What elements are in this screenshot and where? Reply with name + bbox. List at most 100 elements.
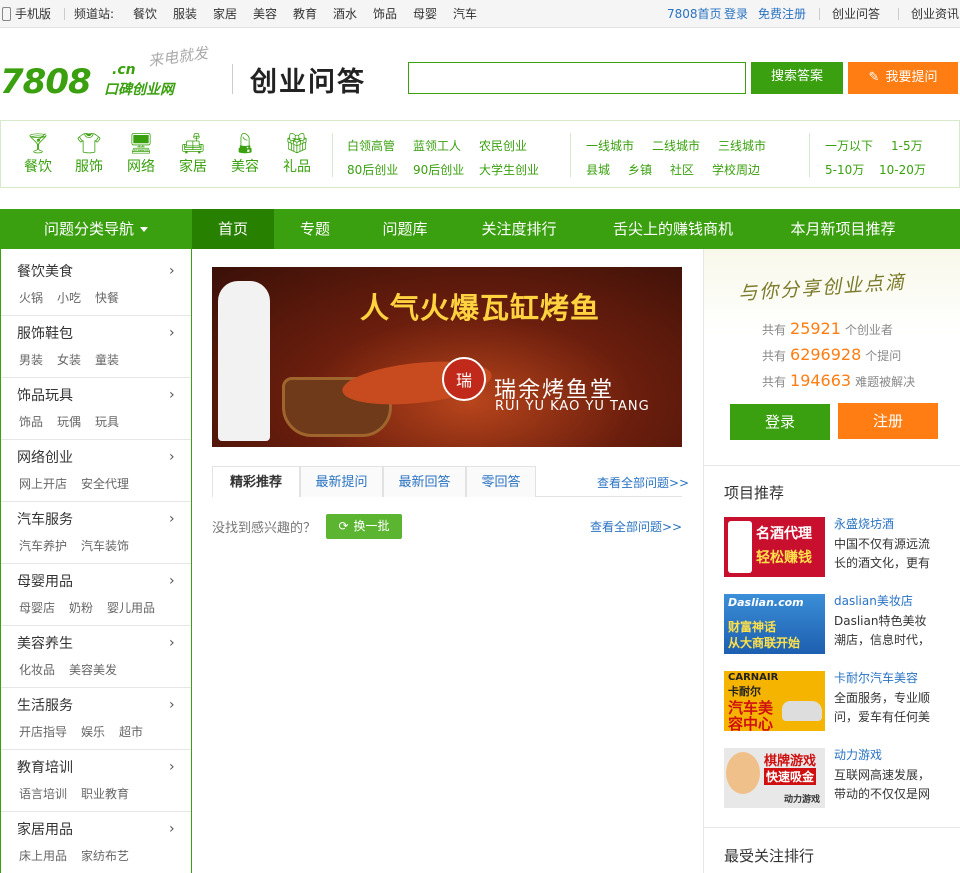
region-link[interactable]: 学校周边 xyxy=(712,161,760,178)
search-button[interactable]: 搜索答案 xyxy=(751,62,843,94)
nav-new-projects[interactable]: 本月新项目推荐 xyxy=(762,209,924,249)
channel-link[interactable]: 母婴 xyxy=(413,0,437,28)
category-catering[interactable]: 🍸︎ 餐饮 xyxy=(18,131,58,176)
category-apparel[interactable]: 👕︎ 服饰 xyxy=(69,131,109,176)
sidebar-sublink[interactable]: 饰品 xyxy=(19,415,43,429)
crowd-link[interactable]: 蓝领工人 xyxy=(413,137,461,154)
sidebar-sublink[interactable]: 职业教育 xyxy=(81,787,129,801)
sidebar-category-title[interactable]: 美容养生 xyxy=(17,633,73,653)
register-button[interactable]: 注册 xyxy=(838,403,938,439)
project-item[interactable]: 名酒代理 轻松赚钱 永盛烧坊酒 中国不仅有源远流长的酒文化，更有 xyxy=(724,517,954,579)
channel-link[interactable]: 酒水 xyxy=(333,0,357,28)
nav-topics[interactable]: 专题 xyxy=(274,209,356,249)
channel-link[interactable]: 服装 xyxy=(173,0,197,28)
sidebar-sublink[interactable]: 小吃 xyxy=(57,291,81,305)
nav-business-opportunity[interactable]: 舌尖上的赚钱商机 xyxy=(584,209,762,249)
sidebar-sublink[interactable]: 婴儿用品 xyxy=(107,601,155,615)
sidebar-sublink[interactable]: 安全代理 xyxy=(81,477,129,491)
region-link[interactable]: 乡镇 xyxy=(628,161,652,178)
site-logo[interactable]: 来电就发 7808 .cn 口碑创业网 xyxy=(0,44,225,108)
sidebar-sublink[interactable]: 语言培训 xyxy=(19,787,67,801)
crowd-link[interactable]: 农民创业 xyxy=(479,137,527,154)
sidebar-category-title[interactable]: 汽车服务 xyxy=(17,509,73,529)
project-item[interactable]: 棋牌游戏 快速吸金 动力游戏 动力游戏 互联网高速发展，带动的不仅仅是网 xyxy=(724,748,954,810)
view-all-questions-link[interactable]: 查看全部问题>> xyxy=(597,474,689,491)
view-all-questions-link[interactable]: 查看全部问题>> xyxy=(590,518,682,535)
category-beauty[interactable]: 💄︎ 美容 xyxy=(225,131,265,176)
region-link[interactable]: 三线城市 xyxy=(718,137,766,154)
channel-link[interactable]: 家居 xyxy=(213,0,237,28)
tab-zero-answers[interactable]: 零回答 xyxy=(466,466,536,497)
sidebar-sublink[interactable]: 化妆品 xyxy=(19,663,55,677)
ask-question-button[interactable]: ✎ 我要提问 xyxy=(848,62,958,94)
sidebar-sublink[interactable]: 玩具 xyxy=(95,415,119,429)
channel-link[interactable]: 饰品 xyxy=(373,0,397,28)
sidebar-category-title[interactable]: 教育培训 xyxy=(17,757,73,777)
sidebar-sublink[interactable]: 男装 xyxy=(19,353,43,367)
sidebar-sublink[interactable]: 美容美发 xyxy=(69,663,117,677)
mobile-version-link[interactable]: 手机版 xyxy=(0,0,51,28)
register-link[interactable]: 免费注册 xyxy=(758,0,806,28)
budget-link[interactable]: 一万以下 xyxy=(825,137,873,154)
sidebar-sublink[interactable]: 娱乐 xyxy=(81,725,105,739)
tab-latest-answers[interactable]: 最新回答 xyxy=(383,466,466,497)
category-gift[interactable]: 🎁︎ 礼品 xyxy=(277,131,317,176)
budget-link[interactable]: 10-20万 xyxy=(879,161,926,178)
region-link[interactable]: 县城 xyxy=(586,161,610,178)
sidebar-sublink[interactable]: 开店指导 xyxy=(19,725,67,739)
sidebar-sublink[interactable]: 母婴店 xyxy=(19,601,55,615)
category-nav-toggle[interactable]: 问题分类导航 xyxy=(0,209,192,249)
tab-featured[interactable]: 精彩推荐 xyxy=(212,466,300,497)
sidebar-sublink[interactable]: 网上开店 xyxy=(19,477,67,491)
tab-latest-questions[interactable]: 最新提问 xyxy=(300,466,383,497)
home-link[interactable]: 7808首页 xyxy=(667,0,722,28)
category-network[interactable]: 🖥︎ 网络 xyxy=(121,131,161,176)
sidebar-category-title[interactable]: 餐饮美食 xyxy=(17,261,73,281)
sidebar-sublink[interactable]: 超市 xyxy=(119,725,143,739)
channel-link[interactable]: 汽车 xyxy=(453,0,477,28)
sidebar-sublink[interactable]: 奶粉 xyxy=(69,601,93,615)
crowd-link[interactable]: 白领高管 xyxy=(347,137,395,154)
project-item[interactable]: Daslian.com 财富神话 从大商联开始 daslian美妆店 Dasli… xyxy=(724,594,954,656)
sidebar-category-title[interactable]: 网络创业 xyxy=(17,447,73,467)
sidebar-category-title[interactable]: 生活服务 xyxy=(17,695,73,715)
region-link[interactable]: 社区 xyxy=(670,161,694,178)
crowd-link[interactable]: 大学生创业 xyxy=(479,161,539,178)
sidebar-sublink[interactable]: 童装 xyxy=(95,353,119,367)
nav-home[interactable]: 首页 xyxy=(192,209,274,249)
nav-ranking[interactable]: 关注度排行 xyxy=(454,209,584,249)
region-link[interactable]: 一线城市 xyxy=(586,137,634,154)
sidebar-category-title[interactable]: 饰品玩具 xyxy=(17,385,73,405)
crowd-link[interactable]: 80后创业 xyxy=(347,161,398,178)
sidebar-category-title[interactable]: 母婴用品 xyxy=(17,571,73,591)
sidebar-sublink[interactable]: 火锅 xyxy=(19,291,43,305)
sidebar-sublink[interactable]: 床上用品 xyxy=(19,849,67,863)
sidebar-sublink[interactable]: 女装 xyxy=(57,353,81,367)
ad-banner[interactable]: 人气火爆瓦缸烤鱼 瑞 瑞余烤鱼堂 RUI YU KAO YU TANG xyxy=(212,267,682,447)
qa-link[interactable]: 创业问答 xyxy=(832,0,880,28)
news-link[interactable]: 创业资讯 xyxy=(911,0,959,28)
project-item[interactable]: CARNAIR 卡耐尔 汽车美 容中心 卡耐尔汽车美容 全面服务，专业顺问，爱车… xyxy=(724,671,954,733)
sidebar-category-title[interactable]: 服饰鞋包 xyxy=(17,323,73,343)
login-button[interactable]: 登录 xyxy=(730,404,830,440)
sidebar-sublink[interactable]: 家纺布艺 xyxy=(81,849,129,863)
refresh-batch-button[interactable]: ⟳ 换一批 xyxy=(326,514,402,539)
sidebar-sublink[interactable]: 汽车装饰 xyxy=(81,539,129,553)
budget-link[interactable]: 1-5万 xyxy=(891,137,923,154)
channel-link[interactable]: 餐饮 xyxy=(133,0,157,28)
login-link[interactable]: 登录 xyxy=(724,0,748,28)
sidebar-sublink[interactable]: 快餐 xyxy=(95,291,119,305)
chevron-right-icon: › xyxy=(169,387,175,403)
budget-link[interactable]: 5-10万 xyxy=(825,161,864,178)
channel-link[interactable]: 美容 xyxy=(253,0,277,28)
sidebar-sublink[interactable]: 玩偶 xyxy=(57,415,81,429)
category-home[interactable]: 🛋︎ 家居 xyxy=(173,131,213,176)
region-link[interactable]: 二线城市 xyxy=(652,137,700,154)
channel-link[interactable]: 教育 xyxy=(293,0,317,28)
search-input[interactable] xyxy=(408,62,746,94)
sidebar-category-title[interactable]: 家居用品 xyxy=(17,819,73,839)
sidebar-sublink[interactable]: 汽车养护 xyxy=(19,539,67,553)
sidebar-sublinks: 火锅 小吃 快餐 xyxy=(19,289,133,306)
crowd-link[interactable]: 90后创业 xyxy=(413,161,464,178)
nav-question-bank[interactable]: 问题库 xyxy=(356,209,454,249)
